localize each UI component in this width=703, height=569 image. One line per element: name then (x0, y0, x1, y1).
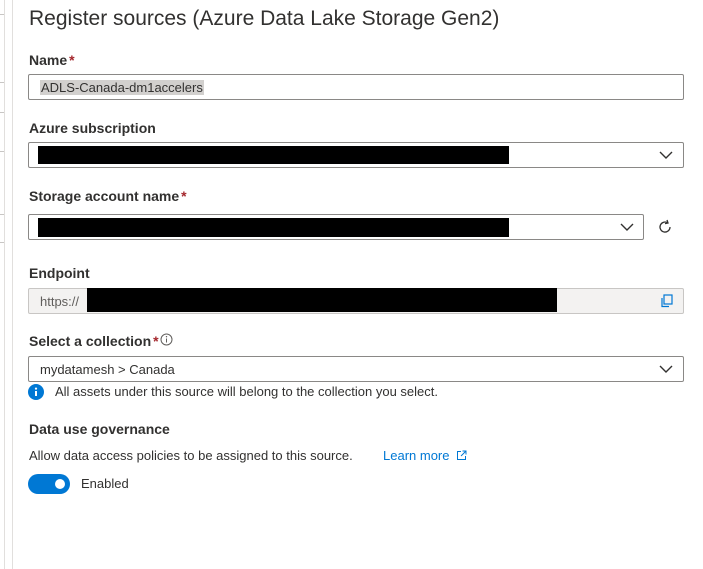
redacted-value (87, 288, 557, 312)
external-link-icon (457, 450, 467, 460)
toggle-label: Enabled (81, 476, 129, 491)
chevron-down-icon (620, 223, 634, 231)
collection-dropdown[interactable]: mydatamesh > Canada (28, 356, 684, 382)
info-icon (28, 384, 44, 400)
left-edge (0, 0, 12, 569)
endpoint-value: https:// (40, 294, 80, 309)
info-icon[interactable] (160, 333, 173, 346)
chevron-down-icon (659, 365, 673, 373)
redacted-value (38, 218, 509, 237)
redacted-value (38, 146, 509, 164)
required-mark: * (153, 333, 159, 349)
endpoint-field: https:// (28, 288, 684, 314)
learn-more-link[interactable]: Learn more (383, 448, 467, 463)
page-title: Register sources (Azure Data Lake Storag… (29, 7, 500, 30)
required-mark: * (69, 52, 75, 68)
endpoint-label: Endpoint (29, 265, 90, 281)
name-label-text: Name (29, 52, 68, 68)
register-sources-panel: Register sources (Azure Data Lake Storag… (12, 0, 703, 569)
governance-description: Allow data access policies to be assigne… (29, 448, 353, 463)
chevron-down-icon (659, 151, 673, 159)
name-input[interactable]: ADLS-Canada-dm1accelers (28, 74, 684, 100)
collection-value: mydatamesh > Canada (40, 362, 175, 377)
toggle-knob (55, 479, 65, 489)
copy-icon[interactable] (660, 294, 673, 308)
governance-toggle[interactable] (28, 474, 70, 494)
refresh-icon[interactable] (656, 218, 674, 236)
storage-account-label-text: Storage account name (29, 188, 180, 204)
collection-label-text: Select a collection (29, 333, 152, 349)
name-input-value: ADLS-Canada-dm1accelers (40, 80, 204, 95)
learn-more-text: Learn more (383, 448, 450, 463)
required-mark: * (181, 188, 187, 204)
collection-info-text: All assets under this source will belong… (55, 384, 438, 399)
subscription-dropdown[interactable] (28, 142, 684, 168)
storage-account-label: Storage account name * (29, 188, 187, 204)
collection-label: Select a collection * (29, 333, 159, 349)
governance-heading: Data use governance (29, 421, 170, 437)
subscription-label: Azure subscription (29, 120, 156, 136)
name-input-selected-text: ADLS-Canada-dm1accelers (40, 80, 204, 95)
storage-account-dropdown[interactable] (28, 214, 644, 240)
name-label: Name * (29, 52, 75, 68)
